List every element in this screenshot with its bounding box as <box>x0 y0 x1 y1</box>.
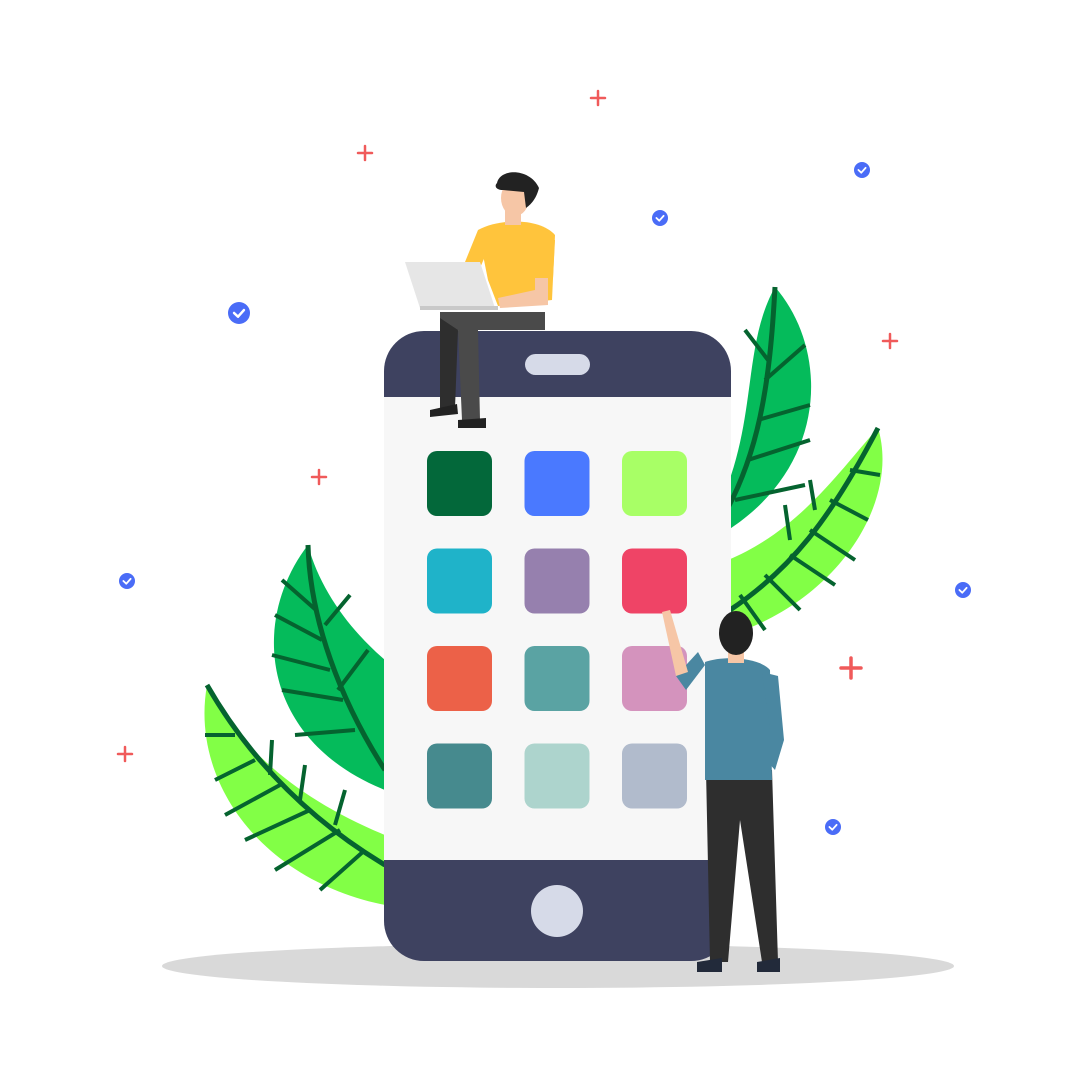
check-badge-icon <box>119 573 135 589</box>
illustration-scene <box>0 0 1080 1080</box>
app-tile-5[interactable] <box>524 548 590 614</box>
plus-icon <box>881 332 899 350</box>
app-tile-7[interactable] <box>427 646 492 711</box>
app-tile-1[interactable] <box>427 451 492 516</box>
app-tile-4[interactable] <box>427 548 492 614</box>
app-tile-6[interactable] <box>622 548 687 614</box>
check-badge-icon <box>825 819 841 835</box>
app-tile-3[interactable] <box>622 451 687 516</box>
app-tile-8[interactable] <box>524 646 590 711</box>
leaf-left-back <box>271 544 388 790</box>
app-tile-11[interactable] <box>524 743 590 809</box>
laptop-icon <box>405 262 495 308</box>
check-badge-icon <box>652 210 668 226</box>
app-tile-12[interactable] <box>622 743 687 809</box>
plus-icon <box>589 89 607 107</box>
plus-icon <box>839 656 863 680</box>
app-tile-2[interactable] <box>524 451 590 516</box>
check-badge-icon <box>955 582 971 598</box>
check-badge-icon <box>228 302 250 324</box>
plus-icon <box>116 745 134 763</box>
illustration-canvas <box>116 89 971 988</box>
app-tile-10[interactable] <box>427 743 492 809</box>
check-badge-icon <box>854 162 870 178</box>
plus-icon <box>356 144 374 162</box>
plus-icon <box>310 468 328 486</box>
phone-speaker <box>525 354 590 375</box>
phone-home-button[interactable] <box>531 885 583 937</box>
